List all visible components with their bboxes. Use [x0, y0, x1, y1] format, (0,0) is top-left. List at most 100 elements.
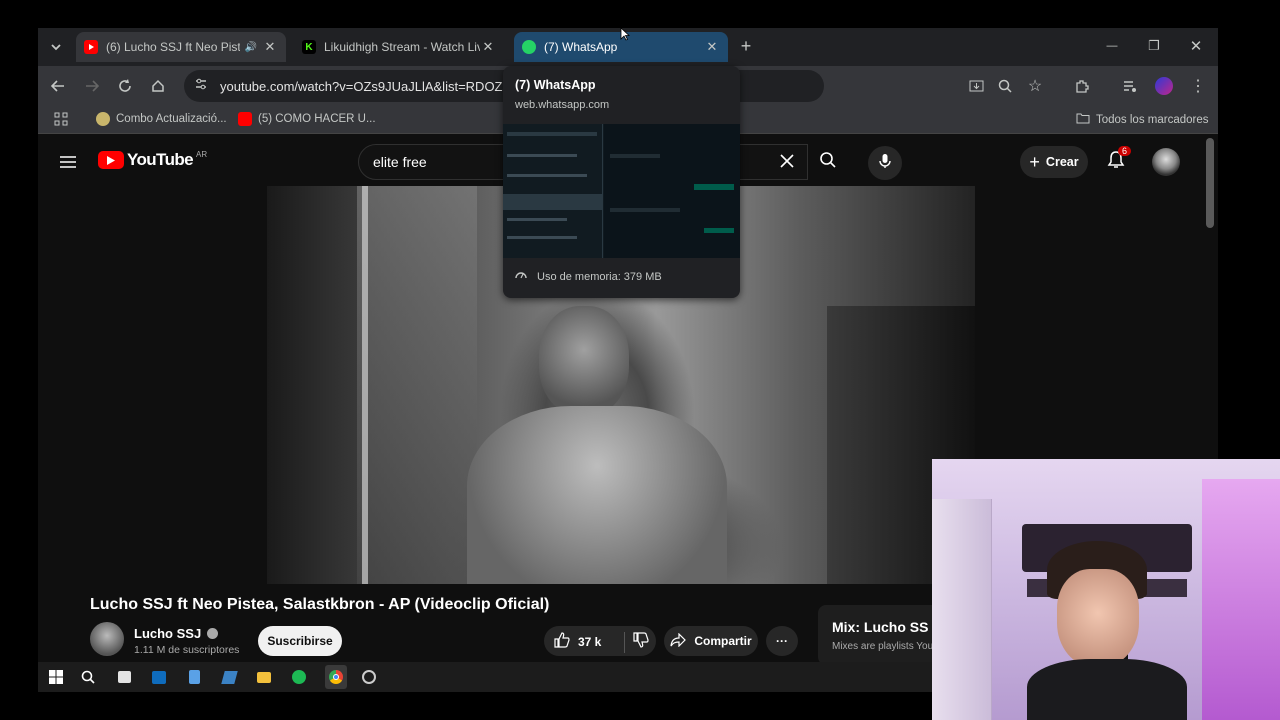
file-explorer-icon[interactable] — [255, 668, 273, 686]
extensions-icon[interactable] — [1070, 74, 1094, 98]
new-tab-icon[interactable]: + — [734, 34, 758, 58]
subscribe-button[interactable]: Suscribirse — [258, 626, 342, 656]
bell-icon — [1106, 151, 1126, 174]
voice-search-button[interactable] — [868, 146, 902, 180]
video-title: Lucho SSJ ft Neo Pistea, Salastkbron - A… — [90, 596, 550, 613]
share-label: Compartir — [694, 634, 752, 648]
notepad-icon[interactable] — [185, 668, 203, 686]
tab-youtube[interactable]: (6) Lucho SSJ ft Neo Pistea, 🔊 ✕ — [76, 32, 286, 62]
share-button[interactable]: Compartir — [664, 626, 758, 656]
youtube-logo-icon — [98, 151, 124, 169]
preview-chat-list — [503, 124, 603, 258]
notification-badge: 6 — [1118, 146, 1132, 156]
mix-title: Mix: Lucho SS — [832, 619, 929, 635]
notifications-button[interactable]: 6 — [1106, 146, 1132, 174]
bookmark-favicon-icon — [96, 112, 110, 126]
windows-taskbar — [38, 662, 938, 692]
create-label: Crear — [1045, 155, 1079, 169]
clear-search-icon[interactable] — [779, 153, 795, 172]
gauge-icon — [515, 270, 527, 283]
webcam-wardrobe — [932, 499, 992, 720]
webcam-overlay — [932, 459, 1280, 720]
taskbar-search-icon[interactable] — [79, 668, 97, 686]
search-button[interactable] — [808, 144, 848, 180]
like-count: 37 k — [578, 634, 602, 649]
bookmark-star-icon[interactable]: ☆ — [1023, 74, 1047, 98]
tab-kick[interactable]: K Likuidhigh Stream - Watch Live ✕ — [294, 32, 504, 62]
zoom-icon[interactable] — [993, 74, 1017, 98]
plus-icon: + — [1029, 151, 1040, 172]
webcam-person-face — [1057, 569, 1139, 667]
forward-icon[interactable] — [80, 74, 104, 98]
subscriber-count: 1.11 M de suscriptores — [134, 644, 240, 656]
tab-audio-icon[interactable]: 🔊 — [240, 42, 262, 53]
mix-subtitle: Mixes are playlists You — [832, 641, 934, 652]
youtube-logo-text: YouTube — [127, 150, 194, 169]
windows-start-icon[interactable] — [47, 668, 65, 686]
dislike-button[interactable] — [624, 632, 649, 653]
channel-avatar[interactable] — [90, 622, 124, 656]
youtube-favicon-icon — [84, 40, 98, 54]
app-icon[interactable] — [220, 668, 238, 686]
folder-icon — [1076, 112, 1090, 127]
thumbs-up-icon — [554, 632, 570, 651]
profile-avatar-icon[interactable] — [1152, 74, 1176, 98]
chrome-menu-icon[interactable]: ⋮ — [1186, 74, 1210, 98]
hover-card-title: (7) WhatsApp — [515, 78, 596, 92]
apps-grid-icon[interactable] — [54, 112, 68, 126]
create-button[interactable]: + Crear — [1020, 146, 1088, 178]
memory-usage: Uso de memoria: 379 MB — [515, 270, 662, 283]
url-text: youtube.com/watch?v=OZs9JUaJLlA&list=RDO… — [220, 78, 517, 94]
tab-hover-card: (7) WhatsApp web.whatsapp.com Uso de mem… — [503, 66, 740, 298]
account-avatar[interactable] — [1152, 148, 1180, 176]
restore-icon[interactable]: ❐ — [1142, 34, 1166, 58]
bookmark-item[interactable]: Combo Actualizació... — [96, 112, 227, 126]
window-close-icon[interactable]: ✕ — [1184, 34, 1208, 58]
webcam-wall-right — [1202, 479, 1280, 720]
outlook-icon[interactable] — [150, 668, 168, 686]
youtube-logo[interactable]: YouTube AR — [98, 150, 207, 170]
store-icon[interactable] — [115, 668, 133, 686]
site-info-icon[interactable] — [194, 77, 208, 96]
memory-usage-text: Uso de memoria: 379 MB — [537, 270, 662, 283]
bookmark-youtube-icon — [238, 112, 252, 126]
verified-icon — [207, 628, 219, 639]
mouse-cursor-icon — [620, 27, 631, 46]
media-control-icon[interactable] — [1118, 74, 1142, 98]
spotify-icon[interactable] — [290, 668, 308, 686]
obs-icon[interactable] — [360, 668, 378, 686]
install-app-icon[interactable] — [964, 74, 988, 98]
page-scrollbar[interactable] — [1206, 138, 1214, 228]
video-person-body — [467, 406, 727, 584]
hover-card-domain: web.whatsapp.com — [515, 99, 610, 111]
kick-favicon-icon: K — [302, 40, 316, 54]
like-dislike-group: 37 k — [544, 626, 656, 656]
bookmark-item[interactable]: (5) COMO HACER U... — [238, 112, 376, 126]
hamburger-menu-icon[interactable] — [56, 150, 80, 174]
channel-name-text: Lucho SSJ — [134, 626, 202, 641]
webcam-person-body — [1027, 659, 1187, 720]
tab-title: (6) Lucho SSJ ft Neo Pistea, — [106, 40, 240, 54]
microphone-icon — [879, 153, 891, 174]
video-person-head — [539, 306, 629, 416]
tab-close-icon[interactable]: ✕ — [262, 39, 278, 55]
back-icon[interactable] — [46, 74, 70, 98]
tab-search-chevron-icon[interactable] — [44, 35, 68, 59]
tab-close-icon[interactable]: ✕ — [480, 39, 496, 55]
home-icon[interactable] — [146, 74, 170, 98]
tab-close-icon[interactable]: ✕ — [704, 39, 720, 55]
bookmark-label: (5) COMO HACER U... — [258, 113, 376, 125]
mix-panel[interactable]: Mix: Lucho SS Mixes are playlists You — [818, 605, 938, 665]
reload-icon[interactable] — [113, 74, 137, 98]
hover-card-preview — [503, 124, 740, 258]
country-code: AR — [196, 149, 208, 159]
minimize-icon[interactable]: — — [1100, 34, 1124, 58]
like-button[interactable]: 37 k — [554, 632, 601, 651]
all-bookmarks[interactable]: Todos los marcadores — [1076, 112, 1209, 127]
video-pole — [362, 186, 368, 584]
search-value: elite free — [373, 154, 427, 170]
channel-name[interactable]: Lucho SSJ — [134, 626, 219, 641]
more-actions-button[interactable]: ··· — [766, 626, 798, 656]
chrome-taskbar-icon[interactable] — [325, 665, 347, 689]
thumbs-down-icon — [633, 632, 649, 652]
